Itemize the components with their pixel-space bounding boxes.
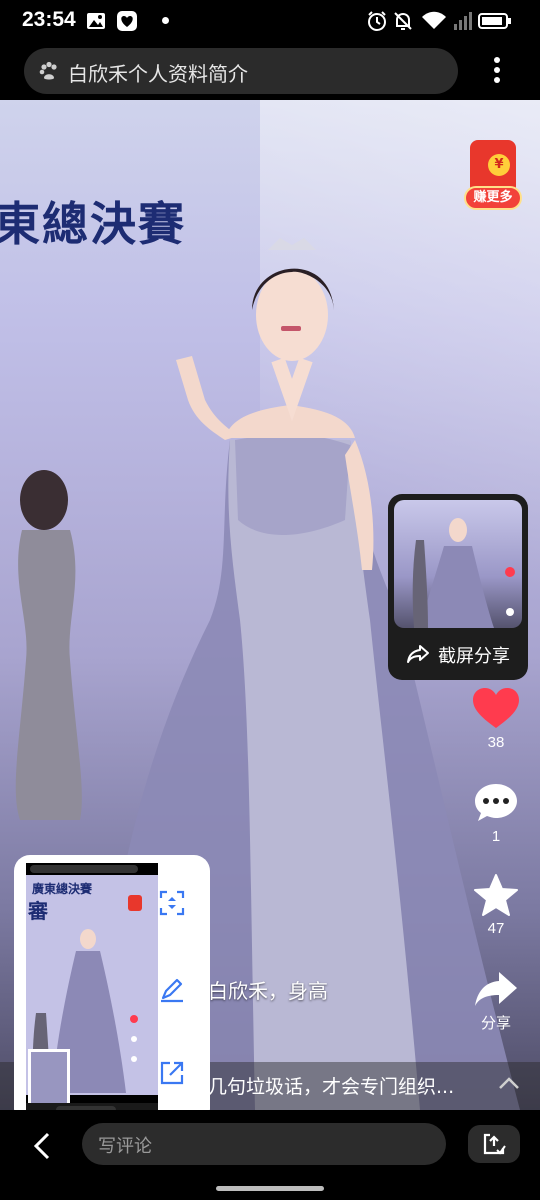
open-external-icon[interactable] <box>158 1059 186 1087</box>
notification-dot <box>162 17 169 24</box>
screenshot-share-label: 截屏分享 <box>438 646 510 667</box>
screenshot-preview-image: 廣東總決賽 審 <box>26 863 158 1117</box>
share-label: 分享 <box>480 1015 511 1032</box>
comment-bubble-icon <box>475 784 517 821</box>
home-indicator[interactable] <box>216 1186 324 1191</box>
back-arrow-icon[interactable] <box>32 1132 52 1160</box>
video-caption-line2: 几句垃圾话，才会专门组织... <box>208 1076 455 1098</box>
image-icon <box>87 13 105 29</box>
alarm-icon <box>368 11 386 31</box>
share-button[interactable]: 分享 <box>466 970 526 1033</box>
status-time: 23:54 <box>22 8 76 31</box>
share-arrow-icon <box>407 645 429 663</box>
signal-icon <box>454 12 472 30</box>
top-bar: 白欣禾个人资料简介 <box>0 42 540 100</box>
yuan-coin-icon: ¥ <box>488 154 510 176</box>
comment-button[interactable]: 1 <box>466 782 526 845</box>
comment-input[interactable]: 写评论 <box>82 1123 446 1165</box>
paw-icon <box>39 61 57 80</box>
red-envelope-reward[interactable]: ¥ 赚更多 <box>464 140 522 212</box>
star-icon <box>474 874 518 916</box>
comment-placeholder: 写评论 <box>98 1136 152 1157</box>
like-button[interactable]: 38 <box>466 688 526 751</box>
favorite-count: 47 <box>487 920 505 937</box>
scan-icon[interactable] <box>158 889 186 917</box>
heart-icon <box>473 688 519 728</box>
search-bar[interactable]: 白欣禾个人资料简介 <box>24 48 458 94</box>
edit-icon[interactable] <box>158 975 186 1003</box>
battery-icon <box>478 13 511 29</box>
heart-app-icon <box>117 11 137 31</box>
thumbnail-preview-image <box>412 518 515 628</box>
share-forward-button[interactable] <box>468 1125 520 1163</box>
comment-count: 1 <box>491 828 501 845</box>
chevron-up-icon[interactable] <box>498 1076 520 1090</box>
bottom-bar: 写评论 <box>0 1110 540 1200</box>
video-caption-line1[interactable]: 白欣禾，身高 <box>208 975 328 1004</box>
screenshot-share-button[interactable]: 截屏分享 <box>406 642 516 667</box>
favorite-button[interactable]: 47 <box>466 874 526 937</box>
screenshot-preview[interactable]: 廣東總決賽 審 <box>26 863 158 1117</box>
screenshot-floating-panel[interactable]: 廣東總決賽 審 <box>14 855 210 1125</box>
wifi-icon <box>422 11 446 29</box>
like-count: 38 <box>487 734 505 751</box>
search-query: 白欣禾个人资料简介 <box>68 62 248 86</box>
preview-banner-text-1: 廣東總決賽 <box>32 881 93 896</box>
preview-banner-text-2: 審 <box>27 899 49 923</box>
share-icon <box>475 972 517 1006</box>
more-options-button[interactable] <box>486 54 508 88</box>
status-bar: 23:54 <box>0 0 540 42</box>
screenshot-share-card[interactable]: 截屏分享 <box>388 494 528 680</box>
mute-bell-icon <box>394 12 412 30</box>
screenshot-thumbnail[interactable] <box>394 500 522 628</box>
earn-more-label: 赚更多 <box>464 186 522 210</box>
forward-box-icon <box>483 1133 506 1155</box>
